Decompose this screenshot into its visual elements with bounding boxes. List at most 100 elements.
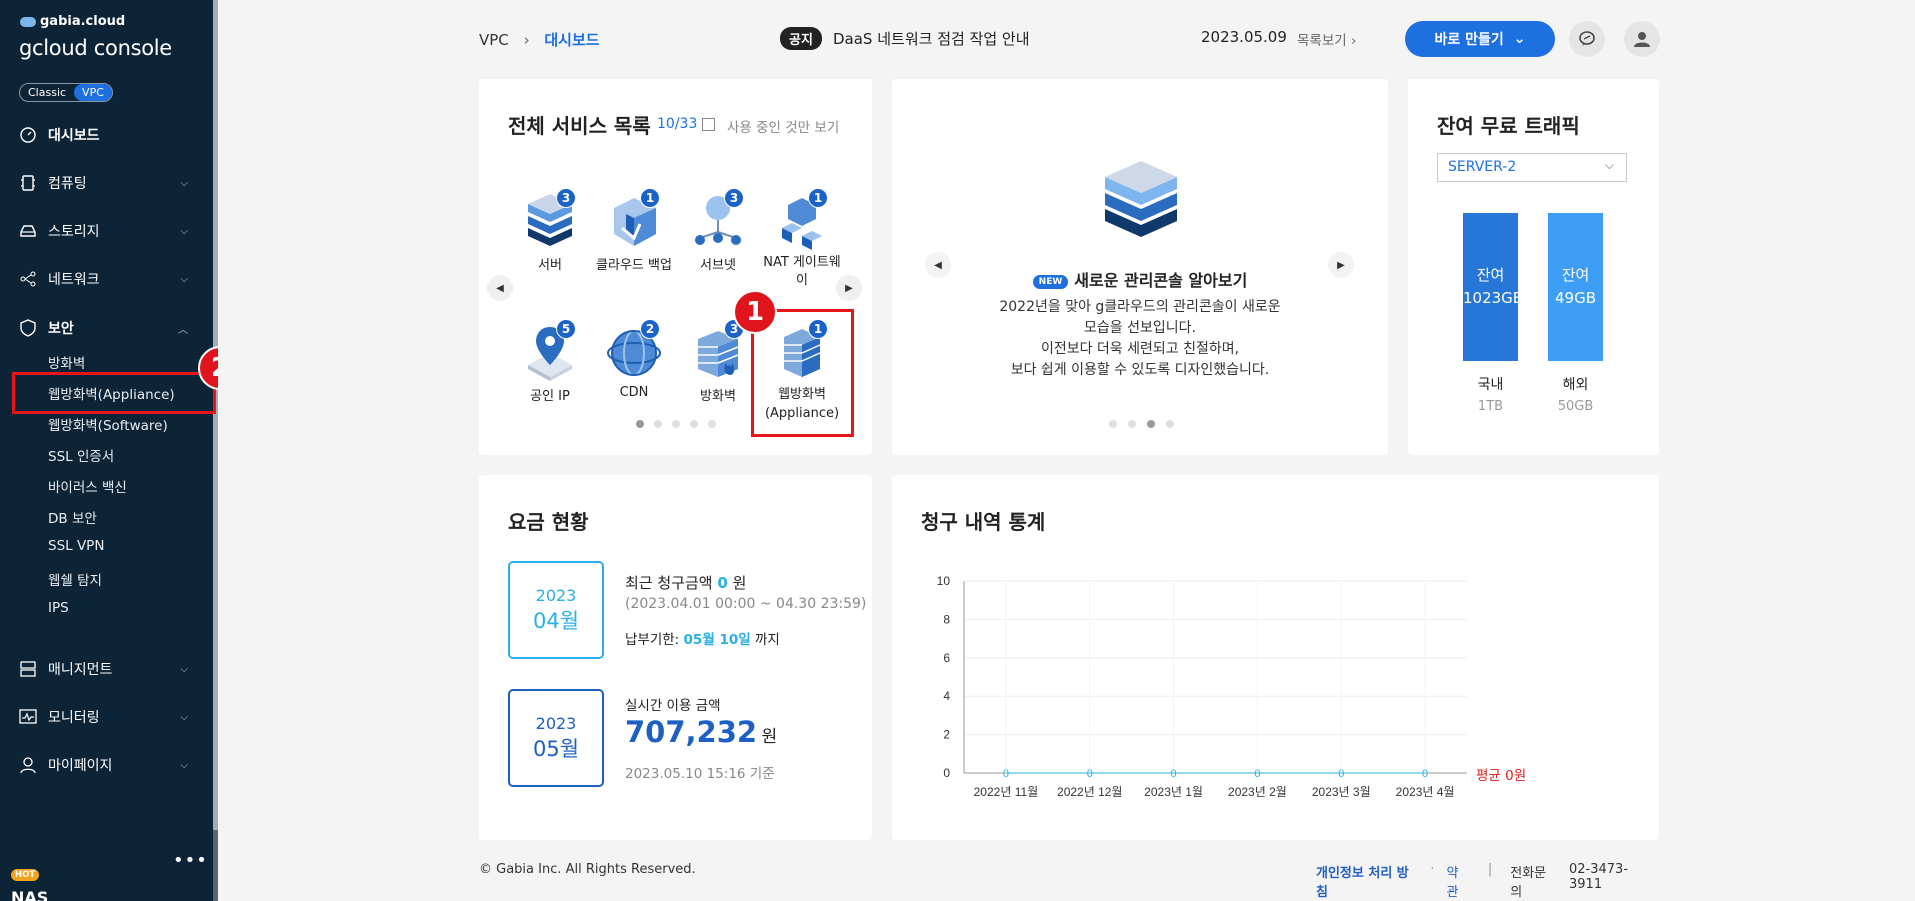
server-stack-icon <box>20 661 36 677</box>
toggle-classic[interactable]: Classic <box>20 84 74 101</box>
sidebar-subitem-ssl-vpn[interactable]: SSL VPN <box>48 538 104 554</box>
footer-links: 개인정보 처리 방침 · 약관 | 전화문의 02-3473-3911 <box>1316 862 1659 900</box>
due-date: 납부기한: 05월 10일 까지 <box>625 632 780 648</box>
filter-checkbox[interactable] <box>702 118 715 131</box>
page-dot[interactable] <box>708 420 716 428</box>
breadcrumb-current: 대시보드 <box>544 31 600 49</box>
breadcrumb: VPC › 대시보드 <box>479 29 600 50</box>
sidebar-item-security[interactable]: 보안 ︿ <box>0 313 212 343</box>
server-service-icon: 3 <box>520 188 580 254</box>
sidebar-item-network[interactable]: 네트워크 ⌵ <box>0 264 212 294</box>
notice-link[interactable]: DaaS 네트워크 점검 작업 안내 <box>833 28 1030 49</box>
cdn-service-icon: 2 <box>604 319 664 385</box>
profile-button[interactable] <box>1624 21 1660 57</box>
notice-list-link[interactable]: 목록보기 › <box>1297 29 1356 49</box>
privacy-policy-link[interactable]: 개인정보 처리 방침 <box>1316 862 1418 900</box>
service-public-ip[interactable]: 5 공인 IP <box>508 319 592 404</box>
sidebar-subitem-ssl-cert[interactable]: SSL 인증서 <box>48 445 114 465</box>
service-subnet[interactable]: 3 서브넷 <box>676 188 760 273</box>
chevron-down-icon: ⌵ <box>180 273 188 285</box>
console-title: gcloud console <box>19 36 172 60</box>
step-badge-1: 1 <box>733 290 777 334</box>
services-pagination <box>636 420 716 428</box>
page-dot[interactable] <box>654 420 662 428</box>
chevron-down-icon: ⌵ <box>180 177 188 189</box>
sidebar-item-computing[interactable]: 컴퓨팅 ⌵ <box>0 168 212 198</box>
sidebar-scrollbar[interactable] <box>213 0 218 901</box>
breadcrumb-root[interactable]: VPC <box>479 31 509 49</box>
service-nat-gateway[interactable]: 1 NAT 게이트웨이 <box>760 188 844 290</box>
server-select[interactable]: SERVER-2 ⌵ <box>1437 153 1627 182</box>
page-dot[interactable] <box>1109 420 1117 428</box>
data-point-label: 0 <box>1254 768 1260 780</box>
console-stack-illustration <box>1105 161 1177 237</box>
x-tick-label: 2023년 1월 <box>1144 785 1203 799</box>
traffic-label-domestic: 국내 <box>1477 377 1504 393</box>
page-dot[interactable] <box>672 420 680 428</box>
sidebar-scrollbar-thumb[interactable] <box>213 0 218 830</box>
notice-tag: 공지 <box>780 27 822 50</box>
sidebar-item-dashboard[interactable]: 대시보드 <box>0 120 212 150</box>
page-dot[interactable] <box>690 420 698 428</box>
shield-icon <box>20 319 36 337</box>
page-dot[interactable] <box>1166 420 1174 428</box>
filter-label[interactable]: 사용 중인 것만 보기 <box>727 116 839 136</box>
y-tick-label: 10 <box>937 574 951 588</box>
sidebar-item-monitoring[interactable]: 모니터링 ⌵ <box>0 702 212 732</box>
breadcrumb-separator: › <box>523 31 530 49</box>
person-icon <box>20 757 36 774</box>
monitor-icon <box>19 709 37 724</box>
sidebar-item-storage[interactable]: 스토리지 ⌵ <box>0 216 212 246</box>
platform-toggle[interactable]: Classic VPC <box>19 83 113 102</box>
sidebar-item-management[interactable]: 매니지먼트 ⌵ <box>0 654 212 684</box>
promo-nas[interactable]: NAS <box>11 888 48 901</box>
chevron-right-icon: › <box>1350 33 1357 49</box>
sidebar-item-label: 매니지먼트 <box>48 662 113 678</box>
firewall-service-icon: 3 <box>688 319 748 385</box>
page-dot[interactable] <box>636 420 644 428</box>
recent-month-box: 2023 04월 <box>508 561 604 659</box>
sidebar-subitem-webshell[interactable]: 웹쉘 탐지 <box>48 569 102 589</box>
toggle-vpc[interactable]: VPC <box>74 84 112 101</box>
traffic-bar-overseas: 잔여 49GB <box>1548 213 1603 361</box>
brand-logo[interactable]: gabia.cloud <box>20 14 125 29</box>
sidebar-subitem-antivirus[interactable]: 바이러스 백신 <box>48 476 127 496</box>
notice-date: 2023.05.09 <box>1201 28 1287 46</box>
service-cloud-backup[interactable]: 1 클라우드 백업 <box>592 188 676 273</box>
sidebar-item-label: 대시보드 <box>48 128 100 144</box>
sidebar-subitem-db-security[interactable]: DB 보안 <box>48 507 97 527</box>
x-tick-label: 2022년 12월 <box>1057 785 1122 799</box>
recent-period: (2023.04.01 00:00 ~ 04.30 23:59) <box>625 596 867 612</box>
sidebar-item-label: 마이페이지 <box>48 758 113 774</box>
more-icon[interactable]: ••• <box>173 850 208 871</box>
chip-icon <box>21 175 35 191</box>
x-tick-label: 2023년 4월 <box>1396 785 1455 799</box>
user-icon <box>1634 32 1650 47</box>
service-server[interactable]: 3 서버 <box>508 188 592 273</box>
chat-button[interactable] <box>1569 21 1605 57</box>
realtime-amount: 707,232 원 <box>625 715 778 749</box>
quick-create-button[interactable]: 바로 만들기 ⌄ <box>1405 21 1555 57</box>
new-badge: NEW <box>1032 275 1069 289</box>
footer-dot: · <box>1430 862 1435 877</box>
sidebar-subitem-ips[interactable]: IPS <box>48 600 69 616</box>
y-tick-label: 2 <box>943 728 950 742</box>
x-tick-label: 2022년 11월 <box>974 785 1039 799</box>
traffic-total-domestic: 1TB <box>1477 399 1504 414</box>
services-prev-button[interactable]: ◀ <box>487 275 513 301</box>
service-cdn[interactable]: 2 CDN <box>592 319 676 400</box>
banner-title[interactable]: NEW 새로운 관리콘솔 알아보기 <box>892 267 1388 291</box>
terms-link[interactable]: 약관 <box>1446 862 1469 900</box>
y-tick-label: 8 <box>943 612 950 626</box>
data-point-label: 0 <box>1422 768 1428 780</box>
sidebar-item-mypage[interactable]: 마이페이지 ⌵ <box>0 750 212 780</box>
page-dot[interactable] <box>1128 420 1136 428</box>
sidebar-subitem-waf-software[interactable]: 웹방화벽(Software) <box>48 414 168 434</box>
chat-bubble-icon <box>1579 31 1595 46</box>
sidebar-subitem-firewall[interactable]: 방화벽 <box>48 352 85 372</box>
fee-card: 요금 현황 2023 04월 최근 청구금액 0 원 (2023.04.01 0… <box>479 475 872 840</box>
page-dot[interactable] <box>1147 420 1155 428</box>
billing-average: 평균 0원 <box>1476 768 1527 784</box>
traffic-card: 잔여 무료 트래픽 SERVER-2 ⌵ 잔여 1023GB 잔여 49GB 국내 해… <box>1408 79 1659 455</box>
banner-card: ◀ ▶ NEW 새로운 관리콘솔 알아보기 2022년을 맞아 g클라우드의 관리… <box>892 79 1388 455</box>
